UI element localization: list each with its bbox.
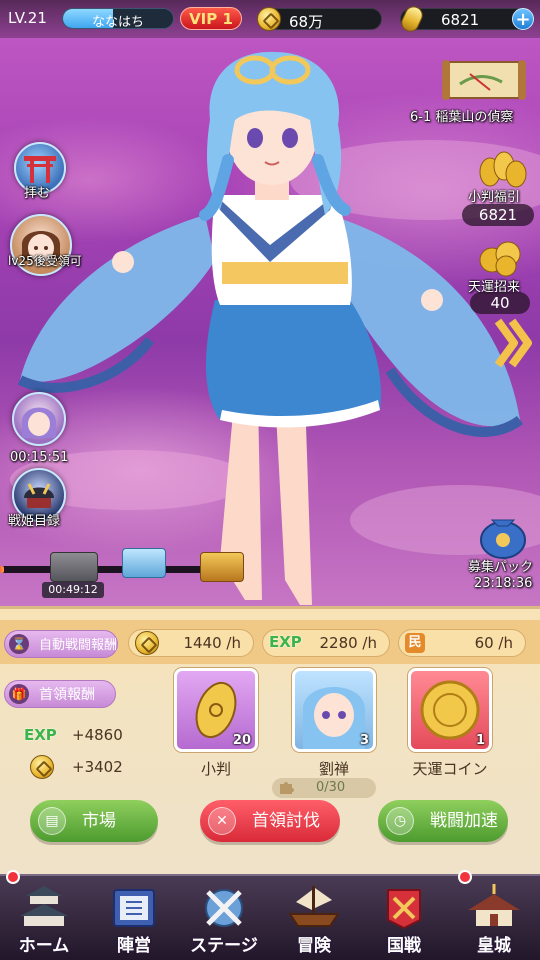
nav-label: ステージ xyxy=(190,936,258,956)
war-banner-icon xyxy=(387,889,421,930)
recruit-timer: 23:18:36 xyxy=(474,576,533,591)
chest-progress-fill xyxy=(0,566,5,573)
player-name: ななはち xyxy=(91,15,144,29)
notification-dot xyxy=(6,870,20,884)
auto-reward-label: 自動戦闘報酬 xyxy=(39,638,118,653)
silver-amount: 68万 xyxy=(289,13,324,31)
pray-label: 拝む xyxy=(24,186,51,201)
crossed-swords-icon: ✕ xyxy=(208,807,236,835)
exp-rate: EXP 2280 /h xyxy=(262,629,390,657)
palace-icon xyxy=(468,884,520,926)
nav-adventure[interactable]: 冒険 xyxy=(270,874,358,960)
gold-coins-icon xyxy=(479,241,521,277)
board-scroll-icon xyxy=(113,889,155,927)
nav-label: 皇城 xyxy=(477,936,511,956)
item-liu-shan[interactable]: 3 xyxy=(292,668,376,752)
chest-timer: 00:49:12 xyxy=(42,582,104,598)
recruit-pack-button[interactable] xyxy=(474,506,532,560)
koban-lucky-icon-wrap[interactable] xyxy=(470,144,532,188)
boss-battle-button[interactable]: ✕ 首領討伐 xyxy=(200,800,340,842)
silver-chest-icon[interactable] xyxy=(122,548,166,578)
fortune-icon-wrap[interactable] xyxy=(470,234,532,278)
koban-lucky-label: 小判福引 xyxy=(468,190,521,205)
fragment-progress: 0/30 xyxy=(272,778,376,798)
item-count: 20 xyxy=(232,733,251,748)
recruit-label: 募集パック xyxy=(468,560,534,575)
event-timer: 00:15:51 xyxy=(10,450,69,465)
market-label: 市場 xyxy=(82,811,116,831)
expand-arrow-icon[interactable] xyxy=(492,315,536,371)
gift-icon: 🎁 xyxy=(9,684,29,704)
chest-progress-bar xyxy=(0,566,215,573)
boss-exp-icon: EXP xyxy=(24,726,57,744)
shop-icon: ▤ xyxy=(38,807,66,835)
silver-rate-value: 1440 /h xyxy=(183,634,241,652)
purple-girl-icon xyxy=(21,407,57,438)
silver-coin-icon xyxy=(135,631,159,655)
speed-up-button[interactable]: ◷ 戦闘加速 xyxy=(378,800,508,842)
silver-coin-icon xyxy=(30,755,54,779)
stage-scroll-button[interactable] xyxy=(440,54,528,106)
citizen-rate-value: 60 /h xyxy=(474,634,513,652)
koban-icon xyxy=(398,3,426,35)
nav-label: 冒険 xyxy=(297,936,331,956)
nav-imperial-castle[interactable]: 皇城 xyxy=(450,870,538,960)
item-count: 3 xyxy=(359,733,369,748)
auto-reward-tag: ⌛ 自動戦闘報酬 xyxy=(4,630,118,658)
nav-home[interactable]: ホーム xyxy=(0,870,88,960)
event-girl-button[interactable] xyxy=(12,392,66,446)
nav-label: ホーム xyxy=(18,936,70,956)
item-name-fortune-coin: 天運コイン xyxy=(412,760,488,778)
hourglass-icon: ⌛ xyxy=(9,634,29,654)
map-scroll-icon xyxy=(442,60,526,100)
player-level: LV.21 xyxy=(8,9,47,27)
citizen-icon: 民 xyxy=(405,633,425,653)
notification-dot xyxy=(458,870,472,884)
nav-national-war[interactable]: 国戦 xyxy=(360,874,448,960)
silver-coin-icon xyxy=(257,7,281,31)
boss-silver-value: +3402 xyxy=(72,758,123,776)
add-gold-button[interactable]: + xyxy=(512,8,534,30)
citizen-rate: 民 60 /h xyxy=(398,629,526,657)
lv25-label: lv25後受領可 xyxy=(8,254,82,268)
ship-icon xyxy=(288,886,340,927)
puzzle-icon xyxy=(280,782,294,794)
exp-rate-value: 2280 /h xyxy=(319,634,377,652)
koban-pile-icon xyxy=(479,151,527,188)
boss-battle-label: 首領討伐 xyxy=(252,811,320,831)
nav-label: 陣営 xyxy=(117,936,151,956)
player-exp-bar[interactable]: ななはち xyxy=(62,8,174,29)
speed-up-label: 戦闘加速 xyxy=(430,811,498,831)
stage-label: 6-1 稲葉山の偵察 xyxy=(410,110,514,125)
catalog-label: 戦姫目録 xyxy=(8,514,61,529)
item-name-koban: 小判 xyxy=(200,760,231,778)
silver-counter[interactable]: 68万 xyxy=(257,7,382,31)
item-koban[interactable]: 20 xyxy=(174,668,258,752)
money-bag-icon xyxy=(480,519,526,559)
nav-stage[interactable]: ステージ xyxy=(180,874,268,960)
boss-reward-tag: 🎁 首領報酬 xyxy=(4,680,116,708)
boss-exp-value: +4860 xyxy=(72,726,123,744)
silver-rate: 1440 /h xyxy=(128,629,254,657)
item-name-liu-shan: 劉禅 xyxy=(318,760,349,778)
top-status-bar: LV.21 ななはち VIP 1 68万 6821 + xyxy=(0,0,540,38)
market-button[interactable]: ▤ 市場 xyxy=(30,800,158,842)
fortune-count: 40 xyxy=(470,292,530,314)
exp-icon: EXP xyxy=(269,633,302,651)
item-count: 1 xyxy=(475,733,485,748)
crossed-swords-icon xyxy=(205,889,243,927)
gold-chest-icon[interactable] xyxy=(200,552,244,582)
fragment-progress-text: 0/30 xyxy=(316,780,346,795)
boss-reward-label: 首領報酬 xyxy=(39,687,95,703)
castle-icon xyxy=(20,886,68,926)
iron-chest-icon[interactable] xyxy=(50,552,98,582)
nav-camp[interactable]: 陣営 xyxy=(90,874,178,960)
vip-badge[interactable]: VIP 1 xyxy=(180,7,242,30)
gold-amount: 6821 xyxy=(441,11,480,29)
clock-icon: ◷ xyxy=(386,807,414,835)
item-fortune-coin[interactable]: 1 xyxy=(408,668,492,752)
koban-lucky-count: 6821 xyxy=(462,204,534,226)
nav-label: 国戦 xyxy=(387,936,421,956)
